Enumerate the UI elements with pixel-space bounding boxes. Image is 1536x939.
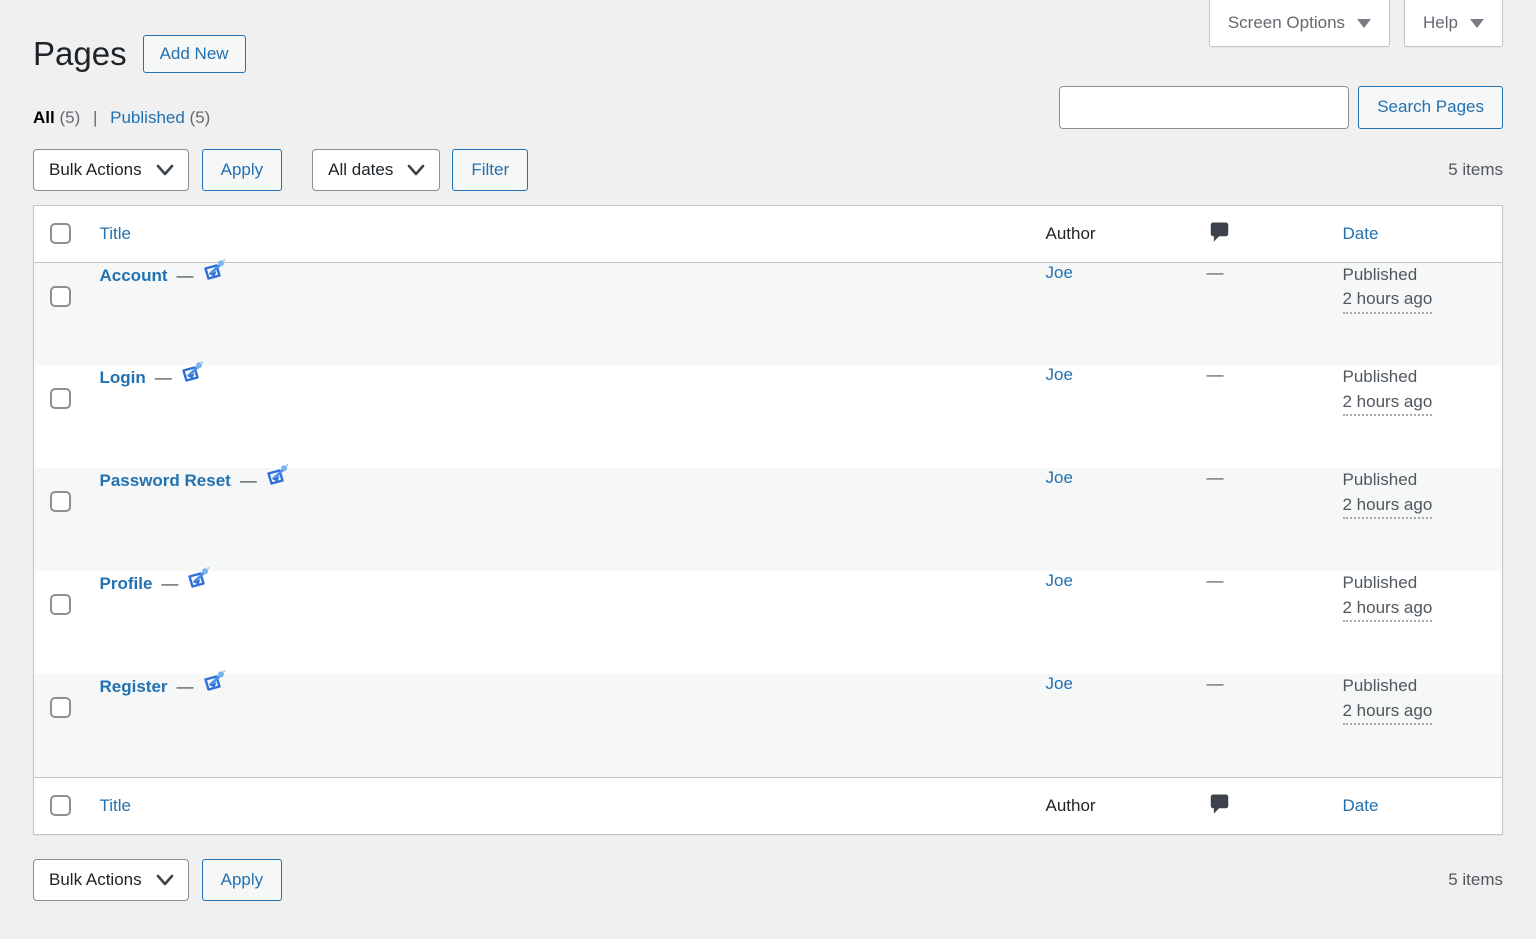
views-and-search-row: All (5) | Published (5) Search Pages — [33, 86, 1503, 129]
select-all-checkbox[interactable] — [50, 795, 71, 816]
items-count-top: 5 items — [1448, 160, 1503, 180]
post-state-separator: — — [177, 266, 194, 285]
publish-time: 2 hours ago — [1343, 493, 1433, 520]
pages-table-body: Account — Joe — Published 2 hours ago Log… — [34, 262, 1503, 777]
publish-time: 2 hours ago — [1343, 390, 1433, 417]
sort-by-date-link[interactable]: Date — [1343, 224, 1379, 243]
table-row: Register — Joe — Published 2 hours ago — [34, 674, 1503, 777]
chevron-down-icon — [156, 163, 174, 177]
row-checkbox[interactable] — [50, 491, 71, 512]
publish-status: Published — [1343, 263, 1493, 288]
table-row: Login — Joe — Published 2 hours ago — [34, 365, 1503, 468]
pinned-note-icon — [179, 359, 205, 392]
no-comments-dash: — — [1207, 674, 1224, 693]
help-label: Help — [1423, 13, 1458, 33]
publish-time: 2 hours ago — [1343, 699, 1433, 726]
date-filter-select[interactable]: All dates — [312, 149, 440, 191]
view-filter-links: All (5) | Published (5) — [33, 108, 210, 129]
pages-admin-screen: Screen Options Help Pages Add New All (5… — [0, 0, 1536, 901]
apply-button[interactable]: Apply — [202, 149, 283, 191]
post-state-separator: — — [155, 368, 172, 387]
author-link[interactable]: Joe — [1046, 263, 1073, 282]
no-comments-dash: — — [1207, 571, 1224, 590]
select-all-checkbox[interactable] — [50, 223, 71, 244]
search-input[interactable] — [1059, 86, 1349, 129]
search-pages-button[interactable]: Search Pages — [1358, 86, 1503, 129]
screen-meta-links: Screen Options Help — [1209, 0, 1503, 47]
publish-status: Published — [1343, 468, 1493, 493]
author-column-header: Author — [1046, 224, 1096, 243]
chevron-down-icon — [407, 163, 425, 177]
view-published-link[interactable]: Published — [110, 108, 185, 127]
comments-column-icon — [1207, 792, 1232, 822]
sort-by-title-link[interactable]: Title — [100, 796, 132, 815]
tablenav-top-controls: Bulk Actions Apply All dates Filter — [33, 149, 528, 191]
post-state-separator: — — [161, 574, 178, 593]
tablenav-bottom: Bulk Actions Apply 5 items — [33, 859, 1503, 901]
pages-table-head: Title Author Date — [34, 205, 1503, 262]
bulk-actions-selected: Bulk Actions — [49, 160, 142, 180]
post-state-separator: — — [177, 677, 194, 696]
view-all-count: (5) — [59, 108, 80, 127]
table-row: Password Reset — Joe — Published 2 hours … — [34, 468, 1503, 571]
table-row: Profile — Joe — Published 2 hours ago — [34, 571, 1503, 674]
apply-button-bottom[interactable]: Apply — [202, 859, 283, 901]
author-link[interactable]: Joe — [1046, 365, 1073, 384]
comments-column-icon — [1207, 220, 1232, 250]
row-checkbox[interactable] — [50, 388, 71, 409]
screen-options-label: Screen Options — [1228, 13, 1345, 33]
view-published-count: (5) — [190, 108, 211, 127]
add-new-button[interactable]: Add New — [143, 35, 246, 73]
table-row: Account — Joe — Published 2 hours ago — [34, 262, 1503, 365]
filter-button[interactable]: Filter — [452, 149, 528, 191]
publish-status: Published — [1343, 571, 1493, 596]
page-title-link[interactable]: Password Reset — [100, 471, 231, 490]
page-title-link[interactable]: Login — [100, 368, 146, 387]
help-button[interactable]: Help — [1404, 0, 1503, 47]
search-box: Search Pages — [1059, 86, 1503, 129]
row-checkbox[interactable] — [50, 594, 71, 615]
screen-options-button[interactable]: Screen Options — [1209, 0, 1390, 47]
page-title-link[interactable]: Profile — [100, 574, 153, 593]
chevron-down-icon — [1470, 19, 1484, 28]
author-link[interactable]: Joe — [1046, 571, 1073, 590]
pinned-note-icon — [185, 565, 211, 598]
sort-by-title-link[interactable]: Title — [100, 224, 132, 243]
pages-table-foot: Title Author Date — [34, 777, 1503, 834]
date-filter-selected: All dates — [328, 160, 393, 180]
no-comments-dash: — — [1207, 263, 1224, 282]
no-comments-dash: — — [1207, 365, 1224, 384]
no-comments-dash: — — [1207, 468, 1224, 487]
items-count-bottom: 5 items — [1448, 870, 1503, 890]
publish-status: Published — [1343, 674, 1493, 699]
chevron-down-icon — [156, 873, 174, 887]
view-separator: | — [93, 108, 97, 127]
pinned-note-icon — [201, 257, 227, 290]
bulk-actions-selected: Bulk Actions — [49, 870, 142, 890]
author-column-header: Author — [1046, 796, 1096, 815]
post-state-separator: — — [240, 471, 257, 490]
tablenav-bottom-controls: Bulk Actions Apply — [33, 859, 282, 901]
page-title-link[interactable]: Account — [100, 266, 168, 285]
pinned-note-icon — [201, 668, 227, 701]
row-checkbox[interactable] — [50, 286, 71, 307]
page-title-link[interactable]: Register — [100, 677, 168, 696]
bulk-actions-select-bottom[interactable]: Bulk Actions — [33, 859, 189, 901]
pages-table: Title Author Date Account — — [33, 205, 1503, 835]
bulk-actions-select[interactable]: Bulk Actions — [33, 149, 189, 191]
chevron-down-icon — [1357, 19, 1371, 28]
publish-time: 2 hours ago — [1343, 596, 1433, 623]
publish-time: 2 hours ago — [1343, 287, 1433, 314]
pinned-note-icon — [264, 462, 290, 495]
author-link[interactable]: Joe — [1046, 468, 1073, 487]
view-all-link[interactable]: All — [33, 108, 55, 127]
sort-by-date-link[interactable]: Date — [1343, 796, 1379, 815]
tablenav-top: Bulk Actions Apply All dates Filter 5 it… — [33, 149, 1503, 191]
publish-status: Published — [1343, 365, 1493, 390]
author-link[interactable]: Joe — [1046, 674, 1073, 693]
row-checkbox[interactable] — [50, 697, 71, 718]
page-title: Pages — [33, 34, 127, 74]
